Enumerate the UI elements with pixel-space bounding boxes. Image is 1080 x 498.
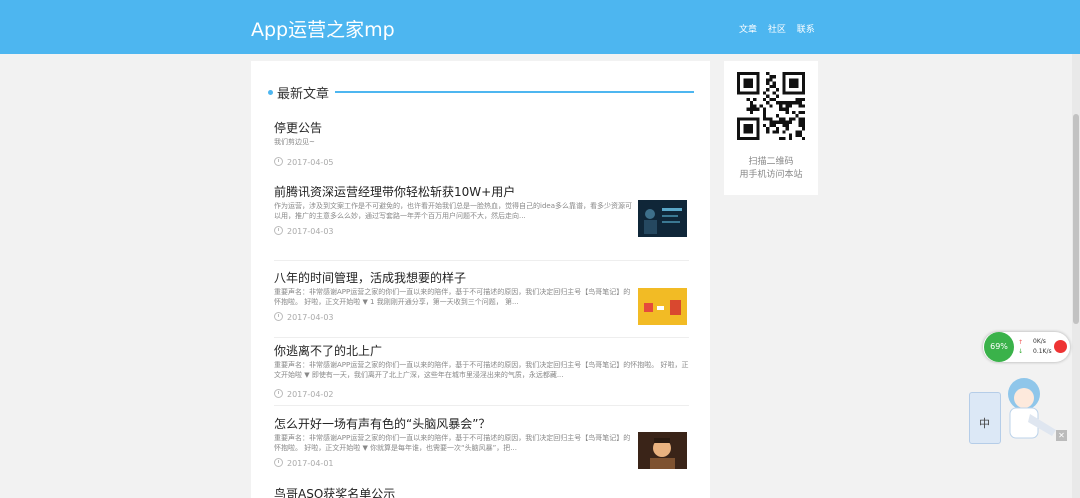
article-date: 2017-04-03 (274, 226, 334, 236)
download-arrow-icon: ↓ (1018, 348, 1024, 355)
close-icon[interactable]: ✕ (1056, 430, 1067, 441)
site-title[interactable]: App运营之家mp (251, 15, 395, 42)
page-scrollbar[interactable] (1072, 54, 1080, 498)
article-summary: 重要声名：非常感谢APP运营之家的你们一直以来的陪伴，基于不可描述的原因，我们决… (274, 434, 631, 452)
nav-item-articles[interactable]: 文章 (739, 25, 757, 35)
article-thumbnail[interactable] (638, 200, 687, 237)
article-list-panel: 最新文章 停更公告 我们剪边见~ 2017-04-05 前腾讯资深运营经理带你轻… (251, 61, 710, 498)
article-title[interactable]: 鸟哥ASO获奖名单公示 (274, 485, 395, 498)
article-divider (274, 260, 689, 261)
section-line (335, 91, 694, 93)
article-title[interactable]: 怎么开好一场有声有色的“头脑风暴会”？ (274, 415, 490, 432)
article-date: 2017-04-03 (274, 312, 334, 322)
input-method-widget[interactable]: 中 ✕ (968, 374, 1068, 444)
clock-icon (274, 312, 283, 321)
article-divider (274, 337, 689, 338)
clock-icon (274, 226, 283, 235)
article-summary: 重要声名：非常感谢APP运营之家的你们一直以来的陪伴，基于不可描述的原因，我们决… (274, 288, 631, 306)
section-title: 最新文章 (277, 87, 330, 102)
top-header: App运营之家mp 文章 社区 联系 (0, 0, 1080, 54)
top-nav: 文章 社区 联系 (739, 22, 823, 35)
network-speed-widget[interactable]: 69% ↑ 0K/s ↓ 0.1K/s (983, 332, 1070, 362)
qr-caption: 扫描二维码 用手机访问本站 (724, 156, 818, 182)
article-summary: 我们剪边见~ (274, 138, 315, 146)
nav-item-contact[interactable]: 联系 (797, 25, 815, 35)
article-date: 2017-04-01 (274, 458, 334, 468)
qr-code (737, 72, 805, 140)
accelerate-ball-icon[interactable] (1054, 340, 1067, 353)
nav-item-community[interactable]: 社区 (768, 25, 786, 35)
upload-arrow-icon: ↑ (1018, 339, 1024, 346)
article-thumbnail[interactable] (638, 432, 687, 469)
article-title[interactable]: 你逃离不了的北上广 (274, 342, 382, 359)
section-header: 最新文章 (268, 83, 694, 102)
scrollbar-thumb[interactable] (1073, 114, 1079, 324)
article-thumbnail[interactable] (638, 288, 687, 325)
article-date: 2017-04-02 (274, 389, 334, 399)
qr-caption-line-1: 扫描二维码 (748, 157, 794, 167)
memory-usage-indicator[interactable]: 69% (984, 332, 1014, 362)
ime-mode-label[interactable]: 中 (979, 415, 990, 431)
article-title[interactable]: 前腾讯资深运营经理带你轻松斩获10W+用户 (274, 183, 515, 200)
article-summary: 重要声名：非常感谢APP运营之家的你们一直以来的陪伴，基于不可描述的原因，我们决… (274, 361, 689, 379)
article-date: 2017-04-05 (274, 157, 334, 167)
qr-caption-line-2: 用手机访问本站 (739, 170, 803, 180)
download-speed: 0.1K/s (1033, 348, 1052, 355)
clock-icon (274, 157, 283, 166)
article-divider (274, 405, 689, 406)
article-summary: 作为运营，涉及到文案工作是不可避免的，也许看开始我们总是一脸热血，觉得自己的id… (274, 202, 632, 220)
clock-icon (274, 458, 283, 467)
clock-icon (274, 389, 283, 398)
qr-code-card: 扫描二维码 用手机访问本站 (724, 61, 818, 195)
article-title[interactable]: 八年的时间管理，活成我想要的样子 (274, 269, 466, 286)
article-title[interactable]: 停更公告 (274, 119, 322, 136)
section-dot (268, 90, 273, 95)
upload-speed: 0K/s (1033, 338, 1046, 345)
anime-mascot-icon (1008, 378, 1056, 439)
